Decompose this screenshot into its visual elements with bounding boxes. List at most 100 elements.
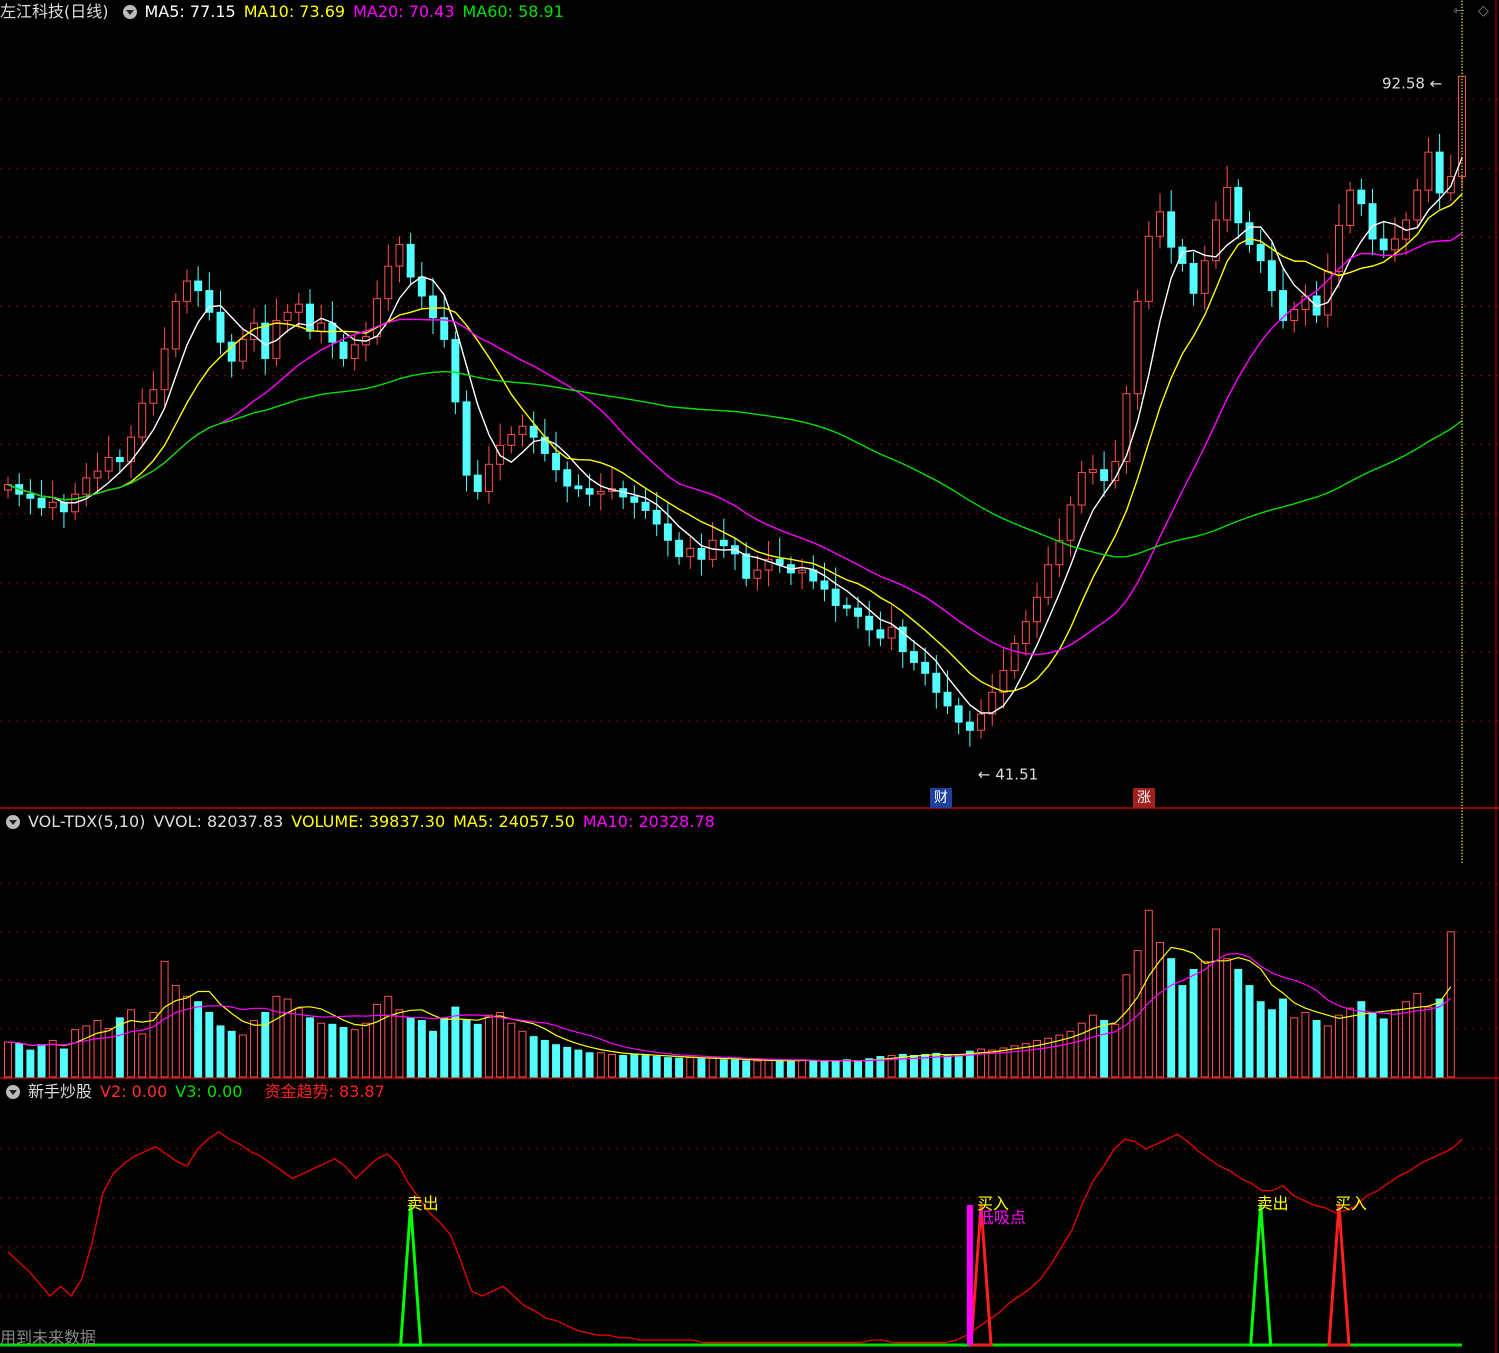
volume-bar — [820, 1061, 829, 1078]
volume-bar — [127, 1009, 135, 1078]
candle-body — [216, 311, 225, 343]
volume-bar — [1357, 1001, 1366, 1078]
volume-bar — [686, 1057, 695, 1078]
signal-spike — [399, 1204, 423, 1347]
volume-bar — [306, 1017, 314, 1078]
diamond-icon[interactable]: ◇ — [1478, 3, 1489, 19]
volume-bar — [574, 1049, 583, 1078]
volume-bar — [1312, 1020, 1321, 1078]
volume-header: VOL-TDX(5,10) VVOL: 82037.83 VOLUME: 39837… — [0, 810, 723, 834]
candle-body — [160, 348, 169, 391]
candle-body — [1424, 151, 1433, 191]
volume-bar — [697, 1058, 706, 1078]
volume-bar — [1223, 958, 1232, 1078]
candle-body — [138, 402, 147, 438]
volume-bar — [1100, 1020, 1109, 1078]
volume-bar — [663, 1057, 672, 1078]
candle-body — [194, 280, 203, 292]
dropdown-icon[interactable] — [6, 815, 20, 829]
low-buy-label: 低吸点 — [978, 1208, 1026, 1227]
candle-body — [630, 496, 639, 503]
candle-body — [1290, 309, 1299, 321]
volume-bar — [37, 1044, 46, 1078]
candle-body — [115, 457, 124, 463]
candle-body — [943, 691, 952, 707]
expand-icon[interactable]: ⇽ — [1453, 3, 1465, 19]
candle-body — [820, 580, 829, 590]
earnings-marker[interactable]: 财 — [930, 788, 952, 808]
candle-body — [1379, 238, 1388, 251]
volume-bar — [1256, 1001, 1265, 1078]
candle-body — [451, 338, 460, 403]
candle-body — [473, 474, 482, 492]
rise-marker[interactable]: 涨 — [1133, 788, 1155, 808]
volume-bar — [71, 1029, 80, 1078]
volume-bar — [261, 1011, 270, 1078]
candle-body — [149, 389, 158, 404]
volume-bar — [529, 1036, 538, 1078]
candle-body — [339, 341, 348, 359]
volume-bar — [1156, 942, 1164, 1078]
volume-bar — [238, 1034, 247, 1078]
candle-body — [686, 547, 695, 558]
stock-chart-canvas[interactable]: 92.58 ←← 41.51卖出 买入低吸点卖出 买入 — [0, 0, 1499, 1353]
candle-body — [1066, 504, 1075, 541]
volume-bar — [518, 1030, 527, 1078]
volume-bar — [809, 1060, 818, 1078]
signal-spike — [1249, 1204, 1273, 1347]
candle-body — [1178, 246, 1187, 264]
volume-bar — [1301, 1011, 1310, 1078]
v3-value: V3: 0.00 — [175, 1082, 243, 1101]
candle-body — [809, 569, 818, 582]
dropdown-icon[interactable] — [6, 1085, 20, 1099]
volume-bar — [585, 1052, 594, 1078]
volume-bar — [194, 1001, 203, 1078]
volume-bar — [48, 1039, 57, 1078]
indicator-header: 新手炒股 V2: 0.00 V3: 0.00 资金趋势: 83.87 — [0, 1080, 393, 1104]
candle-body — [1435, 151, 1444, 194]
candle-body — [406, 243, 415, 278]
volume-bar — [1424, 1006, 1433, 1078]
candle-body — [384, 265, 393, 300]
candle-body — [395, 243, 404, 267]
candle-body — [563, 469, 572, 487]
candle-body — [697, 547, 706, 560]
vol-indicator-name: VOL-TDX(5,10) — [28, 812, 146, 831]
volume-bar — [205, 1011, 214, 1078]
candle-body — [641, 501, 650, 511]
volume-bar — [1077, 1022, 1086, 1078]
candle-body — [1133, 300, 1142, 395]
volume-bar — [429, 1030, 437, 1078]
volume-bar — [1435, 998, 1444, 1078]
candle-body — [1122, 393, 1131, 463]
main-chart-header: 左江科技(日线) MA5: 77.15 MA10: 73.69 MA20: 70.43… — [0, 0, 572, 24]
volume-bar — [1021, 1043, 1030, 1078]
candle-body — [999, 670, 1008, 693]
candle-body — [261, 322, 270, 359]
candle-body — [272, 319, 281, 359]
volume-bar — [641, 1054, 650, 1078]
volume-bar — [115, 1017, 124, 1078]
volume-bar — [764, 1059, 773, 1078]
candle-body — [798, 569, 807, 574]
dropdown-icon[interactable] — [122, 5, 137, 19]
candle-body — [574, 485, 583, 490]
volume-bar — [462, 1020, 471, 1078]
volume-bar — [417, 1020, 426, 1078]
volume-bar — [1368, 1011, 1377, 1078]
volume-bar — [865, 1058, 874, 1078]
sell-signal-label: 卖出 — [407, 1194, 439, 1213]
volume-bar — [1413, 993, 1422, 1078]
volume-bar — [149, 1011, 158, 1078]
volume-bar — [406, 1017, 415, 1078]
candle-body — [328, 322, 337, 343]
volume-bar — [753, 1060, 762, 1078]
volume-bar — [775, 1060, 784, 1078]
candle-body — [854, 607, 862, 617]
volume-bar — [507, 1022, 516, 1078]
candle-body — [48, 501, 57, 509]
volume-bar — [1346, 1007, 1355, 1078]
candle-body — [1200, 260, 1209, 294]
candle-body — [294, 303, 303, 313]
candle-body — [507, 433, 516, 446]
